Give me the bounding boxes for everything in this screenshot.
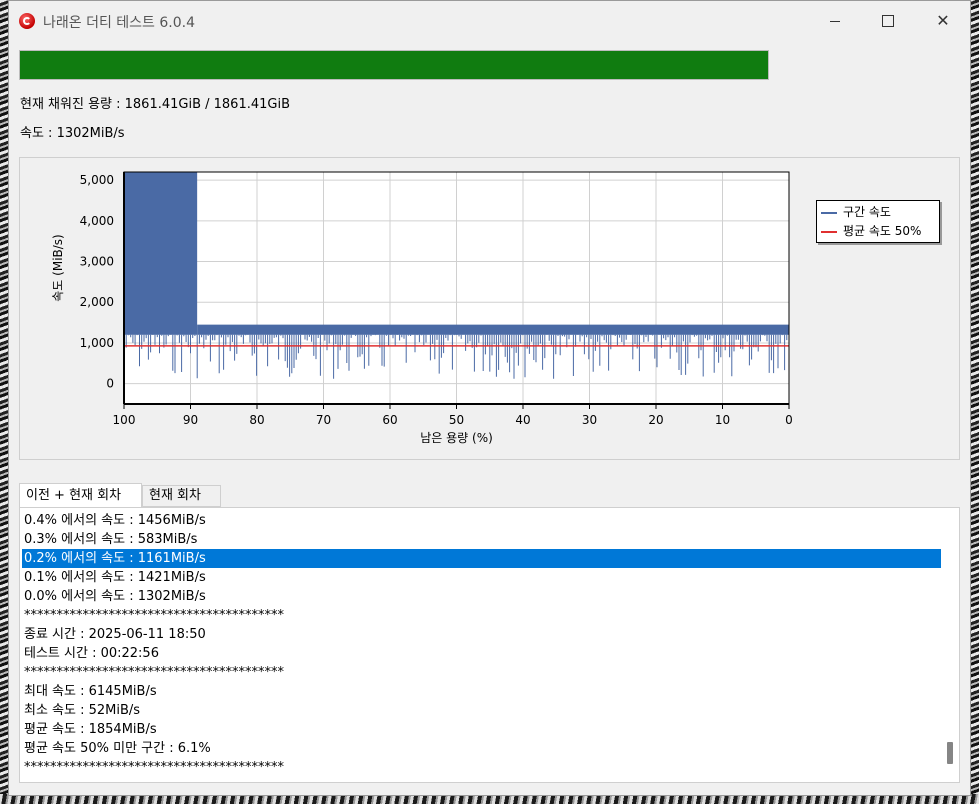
scroll-thumb[interactable] (947, 742, 953, 764)
y-tick-label: 3,000 (80, 255, 114, 269)
log-line[interactable]: 종료 시간 : 2025-06-11 18:50 (22, 625, 941, 644)
x-tick-label: 50 (449, 413, 464, 427)
minimize-icon (830, 20, 840, 22)
close-button[interactable]: ✕ (918, 1, 968, 41)
log-line[interactable]: **************************************** (22, 663, 941, 682)
x-tick-label: 0 (785, 413, 793, 427)
section-speed-band (124, 172, 198, 335)
y-tick-label: 2,000 (80, 295, 114, 309)
x-tick-label: 100 (113, 413, 136, 427)
x-tick-label: 40 (515, 413, 530, 427)
title-bar[interactable]: 나래온 더티 테스트 6.0.4 ✕ (9, 1, 970, 41)
legend-item-section-speed: 구간 속도 (821, 203, 891, 221)
y-tick-label: 1,000 (80, 336, 114, 350)
log-listbox[interactable]: ****************************************… (19, 507, 960, 783)
speed-label: 속도 : 1302MiB/s (20, 126, 125, 141)
minimize-button[interactable] (810, 1, 860, 41)
log-line[interactable]: 최대 속도 : 6145MiB/s (22, 682, 941, 701)
x-tick-label: 10 (715, 413, 730, 427)
legend-swatch-section-speed (821, 211, 837, 214)
y-tick-label: 0 (106, 377, 114, 391)
legend-label-average-speed: 평균 속도 50% (843, 224, 922, 238)
x-axis-title: 남은 용량 (%) (420, 431, 493, 445)
x-tick-label: 30 (582, 413, 597, 427)
x-tick-label: 70 (316, 413, 331, 427)
section-speed-band (197, 324, 789, 335)
chart-legend: 구간 속도 평균 속도 50% (816, 200, 940, 243)
tab-current[interactable]: 현재 회차 (142, 485, 221, 507)
legend-label-section-speed: 구간 속도 (843, 205, 891, 219)
x-tick-label: 80 (249, 413, 264, 427)
log-line[interactable]: 테스트 시간 : 00:22:56 (22, 644, 941, 663)
app-logo-icon (19, 13, 35, 29)
log-line[interactable]: 최소 속도 : 52MiB/s (22, 701, 941, 720)
progress-fill (20, 51, 768, 79)
window-title: 나래온 더티 테스트 6.0.4 (43, 15, 196, 31)
y-tick-label: 4,000 (80, 214, 114, 228)
log-line[interactable]: 평균 속도 : 1854MiB/s (22, 720, 941, 739)
filled-capacity-label: 현재 채워진 용량 : 1861.41GiB / 1861.41GiB (20, 97, 290, 112)
x-tick-label: 20 (648, 413, 663, 427)
log-line[interactable]: 0.3% 에서의 속도 : 583MiB/s (22, 530, 941, 549)
fill-progress-bar (19, 50, 769, 80)
legend-item-average-speed: 평균 속도 50% (821, 222, 921, 240)
log-line[interactable]: 0.2% 에서의 속도 : 1161MiB/s (22, 549, 941, 568)
log-line[interactable]: **************************************** (22, 606, 941, 625)
y-tick-label: 5,000 (80, 173, 114, 187)
tab-previous-and-current[interactable]: 이전 + 현재 회차 (19, 483, 142, 509)
speed-chart: 100 90 80 70 60 50 40 30 20 10 0 5,000 4,000 3,000 2,0… (19, 157, 960, 460)
x-tick-label: 60 (382, 413, 397, 427)
close-icon: ✕ (936, 11, 950, 30)
legend-swatch-average-speed (821, 230, 837, 233)
log-line[interactable]: 0.0% 에서의 속도 : 1302MiB/s (22, 587, 941, 606)
y-axis-title: 속도 (MiB/s) (51, 234, 65, 301)
log-line[interactable]: **************************************** (22, 758, 941, 777)
x-tick-label: 90 (183, 413, 198, 427)
app-window: 나래온 더티 테스트 6.0.4 ✕ 현재 채워진 용량 : 1861.41Gi… (8, 0, 971, 796)
log-line[interactable]: 0.1% 에서의 속도 : 1421MiB/s (22, 568, 941, 587)
log-line[interactable]: 0.4% 에서의 속도 : 1456MiB/s (22, 511, 941, 530)
maximize-button[interactable] (863, 1, 913, 41)
log-line[interactable]: 평균 속도 50% 미만 구간 : 6.1% (22, 739, 941, 758)
maximize-icon (882, 15, 894, 27)
log-scrollbar[interactable] (942, 508, 959, 782)
